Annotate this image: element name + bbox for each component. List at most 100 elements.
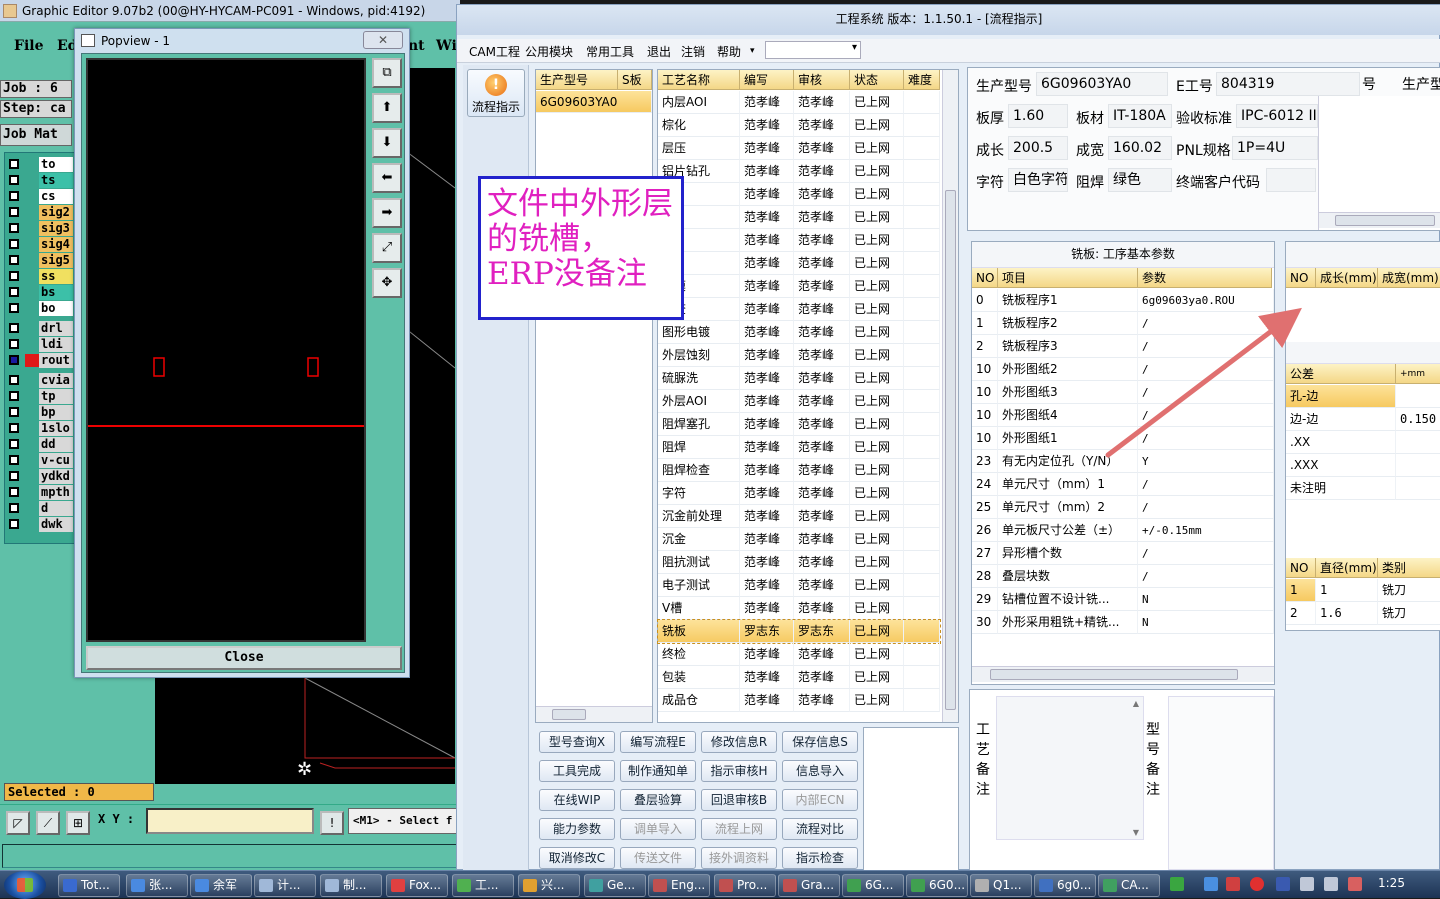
action-button[interactable]: 指示检查 — [782, 847, 858, 869]
popview-titlebar[interactable]: Popview - 1 — [75, 29, 409, 53]
process-row[interactable]: 成品仓 范孝峰 范孝峰 已上网 — [658, 689, 940, 712]
layer-name[interactable]: sig2 — [39, 205, 73, 220]
layer-row[interactable]: bs — [5, 285, 73, 300]
layer-checkbox[interactable] — [9, 439, 19, 449]
help-dropdown-icon[interactable]: ▾ — [750, 46, 755, 56]
param-value-header[interactable]: 参数 — [1138, 268, 1272, 288]
param-no-header[interactable]: NO — [972, 268, 998, 288]
action-button[interactable]: 指示审核H — [701, 760, 777, 782]
writer-header[interactable]: 编写 — [740, 70, 794, 90]
action-button[interactable]: 在线WIP — [539, 789, 615, 811]
taskbar-item[interactable]: Pro... — [714, 874, 776, 897]
param-item-header[interactable]: 项目 — [998, 268, 1138, 288]
pan-down-icon[interactable]: ⬇ — [372, 128, 402, 158]
tray-volume-icon[interactable] — [1324, 877, 1338, 891]
tray-network-app-icon[interactable] — [1204, 877, 1218, 891]
taskbar-item[interactable]: 工... — [452, 874, 514, 897]
param-row[interactable]: 29 钻槽位置不设计铣... N — [972, 588, 1274, 611]
action-button[interactable]: 保存信息S — [782, 731, 858, 753]
layer-name[interactable]: ss — [39, 269, 73, 284]
action-button[interactable]: 信息导入 — [782, 760, 858, 782]
difficulty-header[interactable]: 难度 — [904, 70, 940, 90]
process-name-header[interactable]: 工艺名称 — [658, 70, 740, 90]
layer-name[interactable]: bp — [39, 405, 73, 420]
action-button[interactable]: 取消修改C — [539, 847, 615, 869]
start-button[interactable] — [4, 871, 46, 899]
action-button[interactable]: 工具完成 — [539, 760, 615, 782]
engineering-system-titlebar[interactable]: 工程系统 版本：1.1.50.1 - [流程指示] — [457, 5, 1440, 35]
layer-checkbox[interactable] — [9, 255, 19, 265]
tolerance-name-cell[interactable]: 未注明 — [1286, 477, 1396, 500]
action-button[interactable]: 编写流程E — [620, 731, 696, 753]
tool-no-cell[interactable]: 2 — [1286, 602, 1316, 625]
layer-name[interactable]: drl — [39, 321, 73, 336]
process-row[interactable]: 范孝峰 范孝峰 已上网 — [658, 183, 940, 206]
process-table-vscroll[interactable] — [942, 70, 958, 722]
action-button[interactable]: 叠层验算 — [620, 789, 696, 811]
layer-name[interactable]: 1slo — [39, 421, 73, 436]
menu-file[interactable]: File — [14, 38, 43, 54]
graphic-editor-titlebar[interactable]: Graphic Editor 9.07b2 (00@HY-HYCAM-PC091… — [0, 0, 460, 22]
process-row[interactable]: 沉金前处理 范孝峰 范孝峰 已上网 — [658, 505, 940, 528]
process-row[interactable]: 硫脲洗 范孝峰 范孝峰 已上网 — [658, 367, 940, 390]
layer-checkbox[interactable] — [9, 355, 19, 365]
xy-input[interactable] — [146, 808, 314, 834]
taskbar-item[interactable]: 余军 — [190, 874, 252, 897]
menu-cam-project[interactable]: CAM工程 — [469, 43, 520, 60]
param-row[interactable]: 26 单元板尺寸公差（±） +/-0.15mm — [972, 519, 1274, 542]
tool-no-header[interactable]: NO — [1286, 558, 1316, 578]
params-hscroll[interactable] — [972, 666, 1274, 682]
menu-window[interactable]: Wi — [436, 38, 457, 54]
process-row[interactable]: 阻抗测试 范孝峰 范孝峰 已上网 — [658, 551, 940, 574]
action-button[interactable]: 传送文件 — [620, 847, 696, 869]
param-row[interactable]: 25 单元尺寸（mm）2/ — [972, 496, 1274, 519]
layer-row[interactable]: cs — [5, 189, 73, 204]
layer-row[interactable]: rout — [5, 353, 73, 368]
param-row[interactable]: 24 单元尺寸（mm）1/ — [972, 473, 1274, 496]
layer-row[interactable]: to — [5, 157, 73, 172]
process-row[interactable]: 内层AOI 范孝峰 范孝峰 已上网 — [658, 91, 940, 114]
taskbar-item[interactable]: 制... — [320, 874, 382, 897]
layer-checkbox[interactable] — [9, 303, 19, 313]
process-row[interactable]: 外层AOI 范孝峰 范孝峰 已上网 — [658, 390, 940, 413]
layer-checkbox[interactable] — [9, 175, 19, 185]
layer-name[interactable]: mpth — [39, 485, 73, 500]
layer-name[interactable]: d — [39, 501, 73, 516]
menu-help[interactable]: 帮助 — [717, 43, 741, 60]
layer-checkbox[interactable] — [9, 287, 19, 297]
taskbar-item[interactable]: 计... — [254, 874, 316, 897]
menu-common-tools[interactable]: 常用工具 — [586, 43, 634, 60]
layer-name[interactable]: bo — [39, 301, 73, 316]
action-button[interactable]: 调单导入 — [620, 818, 696, 840]
tray-network-icon[interactable] — [1300, 877, 1314, 891]
layer-name[interactable]: ldi — [39, 337, 73, 352]
param-row[interactable]: 30 外形采用粗铣+精铣... N — [972, 611, 1274, 634]
process-row[interactable]: 阻焊检查 范孝峰 范孝峰 已上网 — [658, 459, 940, 482]
layer-row[interactable]: 1slo — [5, 421, 73, 436]
layer-name[interactable]: cvia — [39, 373, 73, 388]
tool-diameter-header[interactable]: 直径(mm) — [1316, 558, 1378, 578]
param-row[interactable]: 28 叠层块数 / — [972, 565, 1274, 588]
layer-name[interactable]: sig4 — [39, 237, 73, 252]
taskbar-item[interactable]: 6G... — [842, 874, 904, 897]
reviewer-header[interactable]: 审核 — [794, 70, 850, 90]
layer-row[interactable]: d — [5, 501, 73, 516]
menu-exit[interactable]: 退出 — [647, 43, 671, 60]
taskbar-item[interactable]: Gra... — [778, 874, 840, 897]
layer-checkbox[interactable] — [9, 487, 19, 497]
action-button[interactable]: 流程上网 — [701, 818, 777, 840]
layer-checkbox[interactable] — [9, 423, 19, 433]
layer-row[interactable]: sig2 — [5, 205, 73, 220]
action-button[interactable]: 型号查询X — [539, 731, 615, 753]
layer-name[interactable]: bs — [39, 285, 73, 300]
tray-chart-icon[interactable] — [1226, 877, 1240, 891]
layer-checkbox[interactable] — [9, 159, 19, 169]
layer-row[interactable]: ss — [5, 269, 73, 284]
layer-name[interactable]: v-cu — [39, 453, 73, 468]
status-header[interactable]: 状态 — [850, 70, 904, 90]
taskbar-item[interactable]: 6g0... — [1034, 874, 1096, 897]
action-button[interactable]: 回退审核B — [701, 789, 777, 811]
process-row[interactable]: 铝片钻孔 范孝峰 范孝峰 已上网 — [658, 160, 940, 183]
process-row[interactable]: 阻焊塞孔 范孝峰 范孝峰 已上网 — [658, 413, 940, 436]
model-col-header[interactable]: 生产型号 — [536, 70, 618, 90]
